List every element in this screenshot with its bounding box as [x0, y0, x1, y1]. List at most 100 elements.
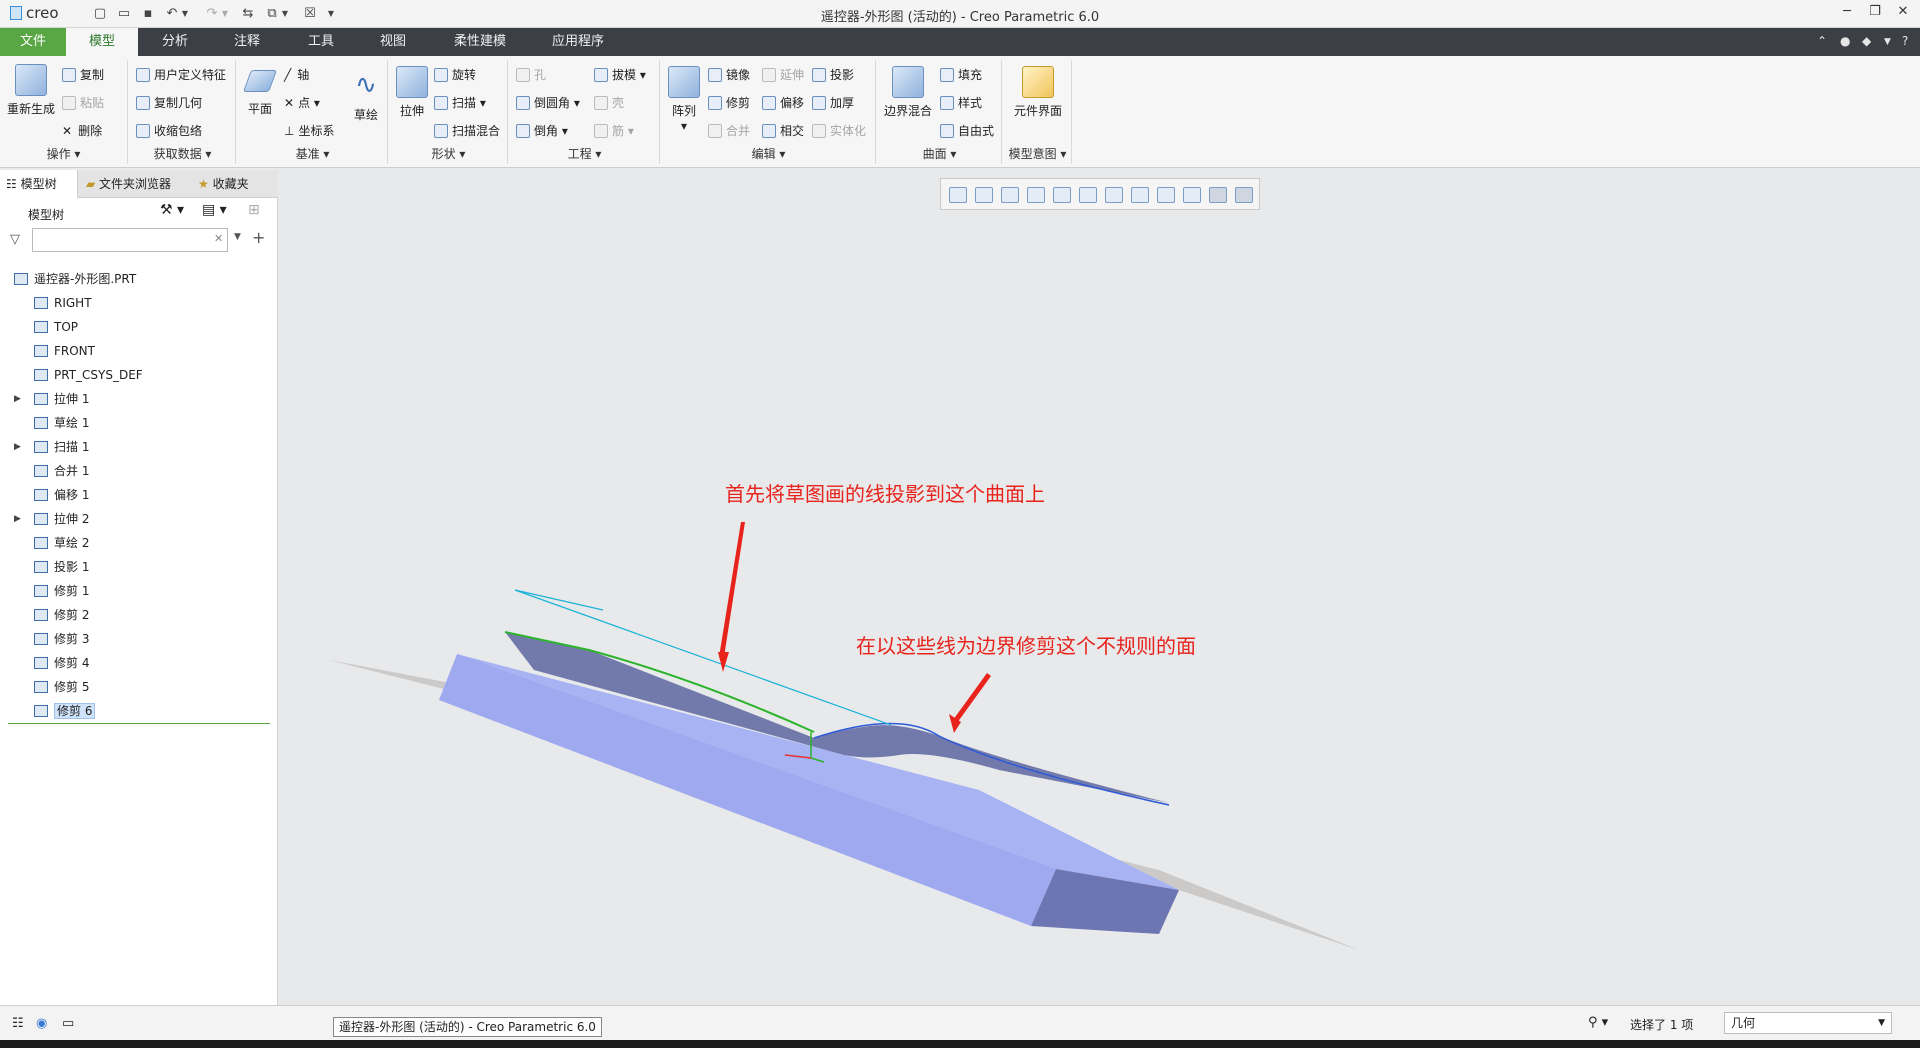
tab-file[interactable]: 文件 [0, 28, 66, 56]
model-viewport[interactable] [279, 170, 1920, 1005]
tree-item[interactable]: 偏移 1 [0, 484, 89, 506]
group-label-editing[interactable]: 编辑 ▾ [662, 145, 875, 162]
offset-button[interactable]: 偏移 [762, 94, 804, 112]
tab-model-tree[interactable]: ☷ 模型树 [0, 170, 78, 198]
tree-item[interactable]: 草绘 1 [0, 412, 89, 434]
group-label-get-data[interactable]: 获取数据 ▾ [130, 145, 235, 162]
tab-annotate[interactable]: 注释 [212, 28, 282, 56]
display-style-icon[interactable] [1053, 187, 1071, 203]
regenerate-button[interactable]: 重新生成 [6, 64, 56, 117]
user-icon[interactable]: ● [1840, 34, 1850, 48]
intersect-button[interactable]: 相交 [762, 122, 804, 140]
copy-button[interactable]: 复制 [62, 66, 104, 84]
perspective-icon[interactable] [1131, 187, 1149, 203]
point-button[interactable]: ✕ 点 ▾ [284, 94, 320, 112]
boundary-blend-button[interactable]: 边界混合 [880, 66, 936, 119]
thicken-button[interactable]: 加厚 [812, 94, 854, 112]
axis-button[interactable]: ╱ 轴 [284, 66, 309, 84]
help-icon[interactable]: ? [1902, 34, 1908, 48]
sketch-button[interactable]: ∿ 草绘 [346, 70, 386, 123]
collapse-ribbon-icon[interactable]: ⌃ [1817, 34, 1827, 48]
group-label-model-intent[interactable]: 模型意图 ▾ [1004, 145, 1071, 162]
group-label-operations[interactable]: 操作 ▾ [0, 145, 127, 162]
tab-folder-browser[interactable]: ▰ 文件夹浏览器 [80, 170, 190, 198]
fullscreen-icon[interactable]: ▭ [62, 1016, 74, 1031]
plane-button[interactable]: 平面 [240, 70, 280, 117]
view-manager-icon[interactable] [1105, 187, 1123, 203]
find-icon[interactable]: ⚲ ▾ [1588, 1015, 1608, 1030]
revolve-button[interactable]: 旋转 [434, 66, 476, 84]
tree-item[interactable]: 合并 1 [0, 460, 89, 482]
tree-item[interactable]: 投影 1 [0, 556, 89, 578]
browser-icon[interactable]: ◉ [36, 1016, 47, 1031]
filter-dropdown-icon[interactable]: ▼ [1878, 1013, 1885, 1033]
zoom-in-icon[interactable] [975, 187, 993, 203]
hole-button[interactable]: 孔 [516, 66, 546, 84]
delete-button[interactable]: ✕ 删除 [62, 122, 102, 140]
selection-filter-select[interactable]: 几何 ▼ [1724, 1012, 1892, 1034]
extend-button[interactable]: 延伸 [762, 66, 804, 84]
tree-item[interactable]: 修剪 1 [0, 580, 89, 602]
expand-arrow-icon[interactable]: ▶ [14, 388, 21, 410]
group-label-surfaces[interactable]: 曲面 ▾ [878, 145, 1001, 162]
round-button[interactable]: 倒圆角 ▾ [516, 94, 580, 112]
csys-button[interactable]: ⊥ 坐标系 [284, 122, 334, 140]
tree-item[interactable]: FRONT [0, 340, 95, 362]
component-interface-button[interactable]: 元件界面 [1006, 66, 1070, 119]
tab-view[interactable]: 视图 [358, 28, 428, 56]
tree-item[interactable]: 修剪 2 [0, 604, 89, 626]
rib-button[interactable]: 筋 ▾ [594, 122, 634, 140]
tree-columns-icon[interactable]: ▤ ▾ [202, 202, 227, 218]
saved-orientations-icon[interactable] [1079, 187, 1097, 203]
spin-center-icon[interactable] [1235, 187, 1253, 203]
shrinkwrap-button[interactable]: 收缩包络 [136, 122, 202, 140]
tree-settings-icon[interactable]: ⚒ ▾ [160, 202, 184, 218]
trim-button[interactable]: 修剪 [708, 94, 750, 112]
group-label-datum[interactable]: 基准 ▾ [238, 145, 387, 162]
style-button[interactable]: 样式 [940, 94, 982, 112]
minimize-icon[interactable]: ─ [1835, 4, 1859, 24]
expand-arrow-icon[interactable]: ▶ [14, 508, 21, 530]
tree-item[interactable]: PRT_CSYS_DEF [0, 364, 143, 386]
learning-icon[interactable]: ◆ [1862, 34, 1871, 48]
group-label-engineering[interactable]: 工程 ▾ [510, 145, 659, 162]
repaint-icon[interactable] [1027, 187, 1045, 203]
tree-item[interactable]: 修剪 4 [0, 652, 89, 674]
close-icon[interactable]: ✕ [1891, 4, 1915, 24]
mirror-button[interactable]: 镜像 [708, 66, 750, 84]
filter-icon[interactable]: ▽ [10, 232, 20, 247]
tree-item[interactable]: RIGHT [0, 292, 92, 314]
chamfer-button[interactable]: 倒角 ▾ [516, 122, 568, 140]
toggle-navigator-icon[interactable]: ☷ [12, 1016, 24, 1031]
tab-favorites[interactable]: ★ 收藏夹 [192, 170, 276, 198]
tree-filter-settings-icon[interactable]: ⊞ [248, 202, 260, 218]
udf-button[interactable]: 用户定义特征 [136, 66, 226, 84]
draft-button[interactable]: 拔模 ▾ [594, 66, 646, 84]
tree-item[interactable]: ▶ 拉伸 1 [0, 388, 89, 410]
tab-model[interactable]: 模型 [66, 28, 138, 56]
tree-item[interactable]: 修剪 6 [0, 700, 96, 722]
merge-button[interactable]: 合并 [708, 122, 750, 140]
tree-item[interactable]: 修剪 3 [0, 628, 89, 650]
tree-item[interactable]: ▶ 拉伸 2 [0, 508, 89, 530]
add-icon[interactable]: + [252, 228, 265, 247]
tab-applications[interactable]: 应用程序 [538, 28, 618, 56]
paste-button[interactable]: 粘贴 [62, 94, 104, 112]
tab-flexible-modeling[interactable]: 柔性建模 [440, 28, 520, 56]
restore-icon[interactable]: ❐ [1863, 4, 1887, 24]
project-button[interactable]: 投影 [812, 66, 854, 84]
solidify-button[interactable]: 实体化 [812, 122, 866, 140]
shell-button[interactable]: 壳 [594, 94, 624, 112]
tree-search-input[interactable] [32, 228, 228, 252]
tree-item[interactable]: 遥控器-外形图.PRT [0, 268, 136, 290]
section-icon[interactable] [1157, 187, 1175, 203]
tree-item[interactable]: ▶ 扫描 1 [0, 436, 89, 458]
datum-display-icon[interactable] [1183, 187, 1201, 203]
freestyle-button[interactable]: 自由式 [940, 122, 994, 140]
expand-arrow-icon[interactable]: ▶ [14, 436, 21, 458]
tree-item[interactable]: 草绘 2 [0, 532, 89, 554]
swept-blend-button[interactable]: 扫描混合 [434, 122, 500, 140]
tree-item[interactable]: TOP [0, 316, 78, 338]
zoom-out-icon[interactable] [1001, 187, 1019, 203]
graphics-window[interactable]: 首先将草图画的线投影到这个曲面上 在以这些线为边界修剪这个不规则的面 [279, 170, 1920, 1005]
